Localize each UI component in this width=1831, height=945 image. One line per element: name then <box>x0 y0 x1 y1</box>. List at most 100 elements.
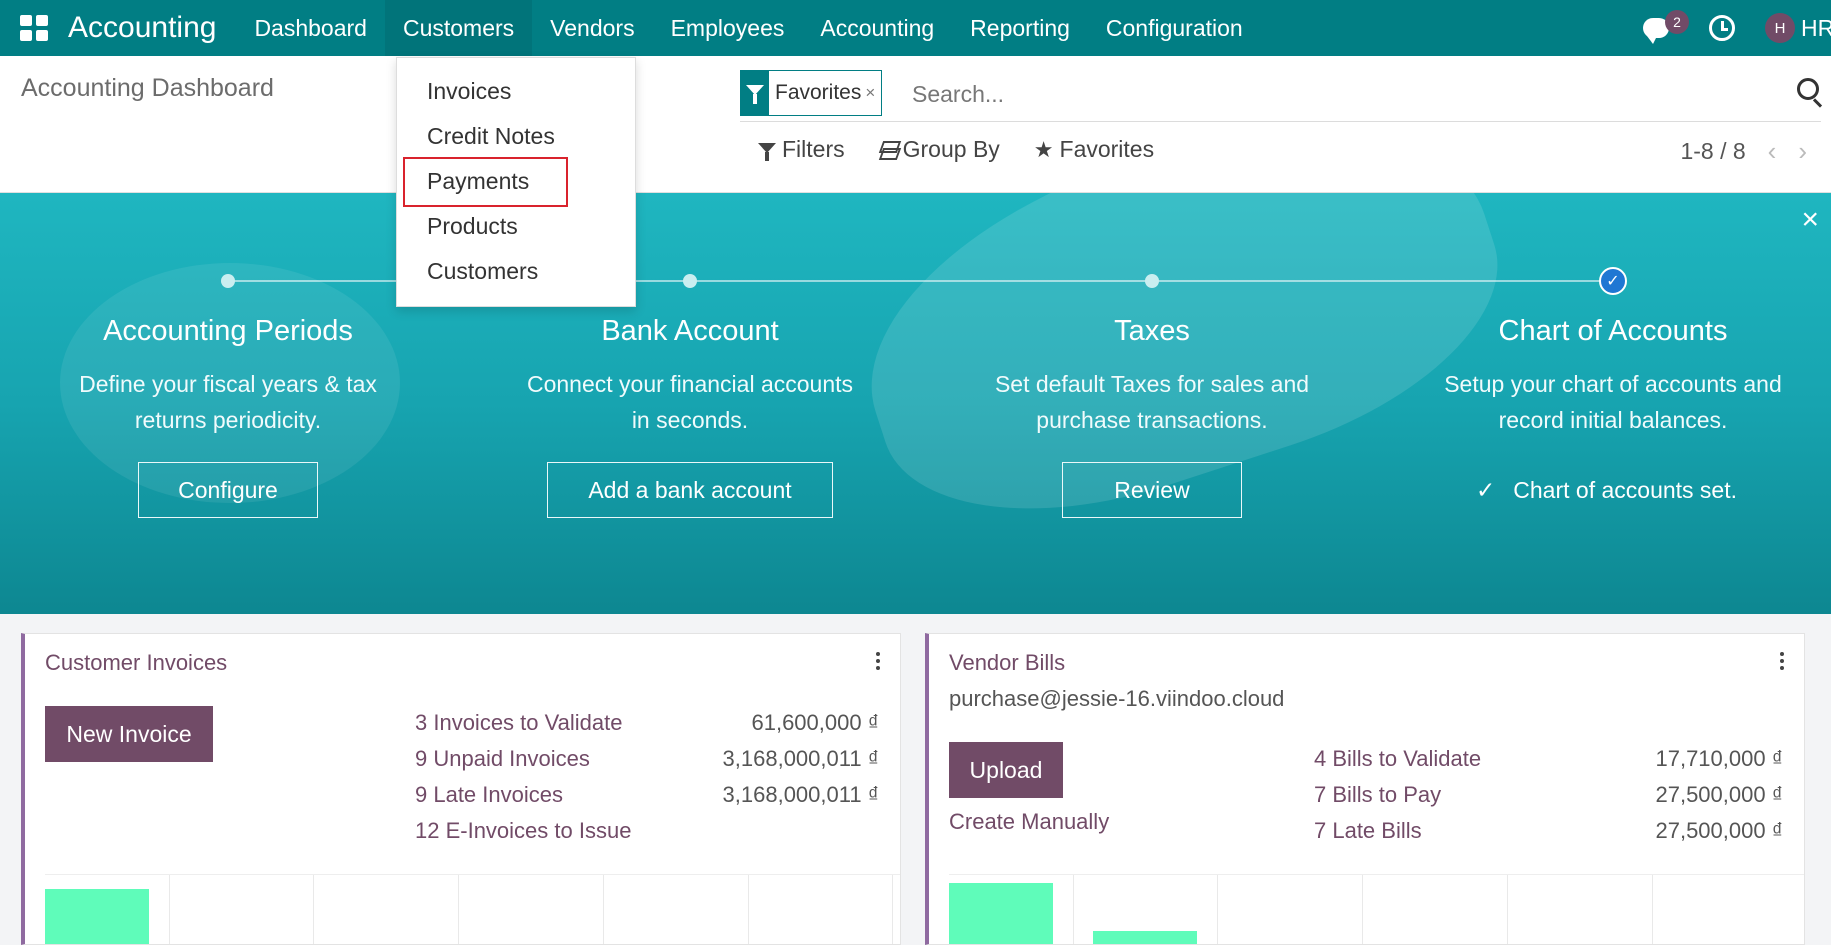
facet-remove-icon[interactable]: × <box>865 83 881 103</box>
group-by-label: Group By <box>902 136 1000 162</box>
stat-late-invoices[interactable]: 9 Late Invoices <box>415 782 563 808</box>
review-button[interactable]: Review <box>1062 462 1242 518</box>
add-bank-account-button[interactable]: Add a bank account <box>547 462 833 518</box>
search-input[interactable] <box>912 74 1712 114</box>
filters-button[interactable]: Filters <box>758 136 845 163</box>
app-brand[interactable]: Accounting <box>68 11 216 45</box>
facet-label: Favorites <box>775 81 862 104</box>
pager-next-icon[interactable]: › <box>1798 136 1807 167</box>
layers-icon <box>879 141 897 159</box>
control-panel: Accounting Dashboard Favorites × Filters… <box>0 56 1831 193</box>
graph-gridline <box>1217 875 1218 944</box>
top-navbar: Accounting Dashboard Customers Vendors E… <box>0 0 1831 56</box>
vendor-bills-email: purchase@jessie-16.viindoo.cloud <box>949 686 1285 711</box>
nav-employees[interactable]: Employees <box>653 0 803 56</box>
card-title[interactable]: Vendor Bills <box>949 650 1065 676</box>
user-name[interactable]: HR <box>1801 15 1831 42</box>
status-text: Chart of accounts set. <box>1513 476 1738 503</box>
kebab-menu-icon[interactable] <box>1780 652 1784 672</box>
filter-icon <box>758 142 776 161</box>
pager-prev-icon[interactable]: ‹ <box>1768 136 1777 167</box>
pager: 1-8 / 8 ‹ › <box>1680 136 1807 167</box>
step-chart-of-accounts: Chart of Accounts Setup your chart of ac… <box>1413 315 1813 438</box>
create-manually-link[interactable]: Create Manually <box>949 809 1109 835</box>
step-taxes: Taxes Set default Taxes for sales and pu… <box>952 315 1352 438</box>
step-desc-line2: in seconds. <box>631 407 749 433</box>
graph-bar <box>45 889 149 944</box>
menu-item-customers[interactable]: Customers <box>427 258 538 285</box>
step-desc-line1: Define your fiscal years & tax <box>79 371 377 397</box>
nav-reporting[interactable]: Reporting <box>952 0 1088 56</box>
search-icon[interactable] <box>1797 78 1819 100</box>
stat-value: 61,600,000 ₫ <box>751 710 879 735</box>
step-title: Accounting Periods <box>103 315 353 347</box>
nav-customers[interactable]: Customers <box>384 0 533 56</box>
stat-value: 17,710,000 ₫ <box>1655 746 1783 771</box>
pager-value[interactable]: 1-8 / 8 <box>1680 138 1745 165</box>
step-desc-line1: Connect your financial accounts <box>526 371 854 397</box>
stat-unpaid-invoices[interactable]: 9 Unpaid Invoices <box>415 746 590 772</box>
nav-vendors[interactable]: Vendors <box>532 0 652 56</box>
stat-value: 27,500,000 ₫ <box>1655 782 1783 807</box>
chat-badge: 2 <box>1665 10 1689 34</box>
stat-bills-to-pay[interactable]: 7 Bills to Pay <box>1314 782 1441 808</box>
facet-filter-icon <box>741 70 769 116</box>
payments-highlight-box <box>403 157 568 207</box>
graph-gridline <box>169 875 170 944</box>
activity-clock-icon[interactable] <box>1709 15 1735 41</box>
menu-item-products[interactable]: Products <box>427 213 518 240</box>
graph-gridline <box>748 875 749 944</box>
page-title: Accounting Dashboard <box>21 74 274 102</box>
step-desc-line2: purchase transactions. <box>1036 407 1268 433</box>
search-options: Filters Group By ★ Favorites <box>758 136 1154 163</box>
step-dot-bank <box>683 274 697 288</box>
stat-e-invoices-to-issue[interactable]: 12 E-Invoices to Issue <box>415 818 631 844</box>
search-bar: Favorites × <box>740 68 1821 122</box>
favorites-button[interactable]: ★ Favorites <box>1034 136 1154 163</box>
kebab-menu-icon[interactable] <box>876 652 880 672</box>
avatar[interactable]: H <box>1765 13 1795 43</box>
group-by-button[interactable]: Group By <box>879 136 1000 163</box>
stat-bills-to-validate[interactable]: 4 Bills to Validate <box>1314 746 1481 772</box>
nav-dashboard[interactable]: Dashboard <box>236 0 385 56</box>
graph-bar <box>949 883 1053 944</box>
banner-close-icon[interactable]: × <box>1801 203 1819 237</box>
graph-gridline <box>1073 875 1074 944</box>
configure-button[interactable]: Configure <box>138 462 318 518</box>
search-facet: Favorites × <box>740 70 883 116</box>
card-title[interactable]: Customer Invoices <box>45 650 227 676</box>
step-done-check-icon: ✓ <box>1599 267 1627 295</box>
step-dot-periods <box>221 274 235 288</box>
step-title: Chart of Accounts <box>1498 315 1728 347</box>
stat-invoices-to-validate[interactable]: 3 Invoices to Validate <box>415 710 623 736</box>
onboarding-banner: × ✓ Accounting Periods Define your fisca… <box>0 193 1831 614</box>
step-desc-line1: Set default Taxes for sales and <box>994 371 1310 397</box>
step-desc-line2: returns periodicity. <box>134 407 322 433</box>
graph-gridline <box>603 875 604 944</box>
step-title: Bank Account <box>601 315 779 347</box>
graph-gridline <box>1652 875 1653 944</box>
check-icon: ✓ <box>1476 476 1496 503</box>
graph-gridline <box>892 875 893 944</box>
menu-item-invoices[interactable]: Invoices <box>427 78 511 105</box>
graph-gridline <box>313 875 314 944</box>
graph-gridline <box>1507 875 1508 944</box>
menu-item-credit-notes[interactable]: Credit Notes <box>427 123 555 150</box>
nav-accounting[interactable]: Accounting <box>802 0 952 56</box>
customer-invoices-card: Customer Invoices New Invoice 3 Invoices… <box>21 633 901 945</box>
filters-label: Filters <box>782 136 845 162</box>
step-bank-account: Bank Account Connect your financial acco… <box>490 315 890 438</box>
upload-button[interactable]: Upload <box>949 742 1063 798</box>
chat-button[interactable]: 2 <box>1639 8 1689 48</box>
apps-grid-icon[interactable] <box>20 15 50 41</box>
nav-configuration[interactable]: Configuration <box>1088 0 1261 56</box>
step-desc-line1: Setup your chart of accounts and <box>1444 371 1782 397</box>
star-icon: ★ <box>1033 136 1054 162</box>
new-invoice-button[interactable]: New Invoice <box>45 706 213 762</box>
vendor-bills-card: Vendor Bills purchase@jessie-16.viindoo.… <box>925 633 1805 945</box>
navbar-systray: 2 H HR <box>1639 0 1831 56</box>
step-title: Taxes <box>1114 315 1190 347</box>
invoices-graph[interactable] <box>45 874 900 944</box>
stat-late-bills[interactable]: 7 Late Bills <box>1314 818 1422 844</box>
bills-graph[interactable] <box>949 874 1804 944</box>
